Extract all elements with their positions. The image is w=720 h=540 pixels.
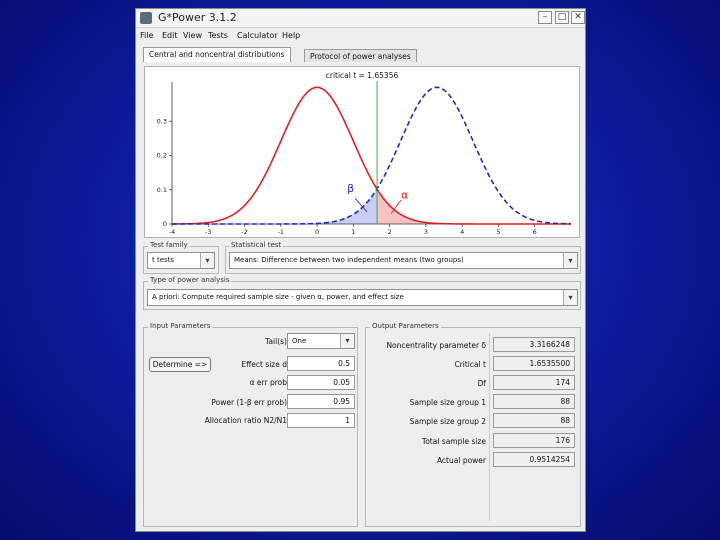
- total-sample-size-field: 176: [493, 433, 575, 448]
- tails-value: One: [292, 337, 307, 345]
- x-tick-label: 1: [351, 228, 355, 236]
- effect-size-field[interactable]: 0.5: [287, 356, 355, 371]
- x-tick-label: -4: [169, 228, 175, 236]
- chevron-down-icon: ▾: [563, 253, 577, 268]
- chevron-down-icon: ▾: [200, 253, 214, 268]
- noncentrality-label: Noncentrality parameter δ: [386, 341, 486, 350]
- menu-file[interactable]: File: [140, 31, 153, 40]
- alpha-label: α: [401, 189, 408, 202]
- x-tick-label: -2: [241, 228, 247, 236]
- test-family-select[interactable]: t tests ▾: [147, 252, 215, 269]
- menu-bar: File Edit View Tests Calculator Help: [136, 28, 585, 43]
- x-tick-label: 3: [424, 228, 428, 236]
- menu-tests[interactable]: Tests: [208, 31, 228, 40]
- power-analysis-select[interactable]: A priori: Compute required sample size -…: [147, 289, 578, 306]
- title-bar: G*Power 3.1.2 – □ ✕: [136, 9, 585, 28]
- menu-calculator[interactable]: Calculator: [237, 31, 278, 40]
- window-title: G*Power 3.1.2: [158, 11, 237, 24]
- allocation-ratio-field[interactable]: 1: [287, 413, 355, 428]
- x-tick-label: 6: [533, 228, 537, 236]
- distribution-chart: -4 -3 -2 -1 0 1 2 3 4 5 6 0 0.1 0.2 0.3 critical t = 1.…: [157, 71, 572, 236]
- statistical-test-select[interactable]: Means: Difference between two independen…: [229, 252, 578, 269]
- tab-distributions[interactable]: Central and noncentral distributions: [143, 47, 291, 62]
- df-label: Df: [477, 379, 486, 388]
- alpha-field[interactable]: 0.05: [287, 375, 355, 390]
- minimize-icon[interactable]: –: [538, 11, 552, 24]
- x-tick-label: 2: [388, 228, 392, 236]
- distribution-chart-panel: -4 -3 -2 -1 0 1 2 3 4 5 6 0 0.1 0.2 0.3 critical t = 1.…: [144, 66, 580, 238]
- chevron-down-icon: ▾: [563, 290, 577, 305]
- df-field: 174: [493, 375, 575, 390]
- critical-t-title: critical t = 1.65356: [326, 71, 399, 80]
- sample-size-group1-label: Sample size group 1: [409, 398, 486, 407]
- sample-size-group1-field: 88: [493, 394, 575, 409]
- tails-label: Tail(s): [265, 337, 287, 346]
- menu-help[interactable]: Help: [282, 31, 300, 40]
- y-tick-label: 0.1: [157, 186, 167, 194]
- statistical-test-value: Means: Difference between two independen…: [234, 256, 464, 264]
- app-icon: [140, 12, 152, 24]
- tab-protocol[interactable]: Protocol of power analyses: [304, 49, 417, 62]
- critical-t-field: 1.6535500: [493, 356, 575, 371]
- total-sample-size-label: Total sample size: [421, 437, 486, 446]
- maximize-icon[interactable]: □: [555, 11, 569, 24]
- menu-view[interactable]: View: [183, 31, 202, 40]
- close-icon[interactable]: ✕: [571, 11, 585, 24]
- y-tick-label: 0: [163, 220, 167, 228]
- determine-button[interactable]: Determine =>: [149, 357, 211, 372]
- y-tick-label: 0.2: [157, 152, 167, 160]
- y-tick-label: 0.3: [157, 117, 167, 125]
- chevron-down-icon: ▾: [340, 334, 354, 348]
- menu-edit[interactable]: Edit: [162, 31, 178, 40]
- actual-power-label: Actual power: [436, 456, 486, 465]
- effect-size-label: Effect size d: [241, 360, 287, 369]
- noncentrality-field: 3.3166248: [493, 337, 575, 352]
- statistical-test-label: Statistical test: [229, 241, 284, 249]
- output-divider: [489, 333, 490, 521]
- actual-power-field: 0.9514254: [493, 452, 575, 467]
- sample-size-group2-label: Sample size group 2: [409, 417, 486, 426]
- tails-select[interactable]: One ▾: [287, 333, 355, 349]
- sample-size-group2-field: 88: [493, 413, 575, 428]
- test-family-label: Test family: [148, 241, 190, 249]
- power-field[interactable]: 0.95: [287, 394, 355, 409]
- test-family-value: t tests: [152, 256, 175, 264]
- power-analysis-value: A priori: Compute required sample size -…: [152, 293, 404, 301]
- x-tick-label: 0: [315, 228, 319, 236]
- power-analysis-label: Type of power analysis: [148, 276, 232, 284]
- x-tick-label: -3: [205, 228, 211, 236]
- x-tick-label: 4: [460, 228, 464, 236]
- alpha-label: α err prob: [249, 378, 287, 387]
- input-parameters-label: Input Parameters: [148, 322, 213, 330]
- output-parameters-label: Output Parameters: [370, 322, 441, 330]
- beta-label: β: [347, 182, 354, 195]
- app-window: G*Power 3.1.2 – □ ✕ File Edit View Tests…: [135, 8, 586, 532]
- x-tick-label: -1: [278, 228, 284, 236]
- critical-t-label: Critical t: [454, 360, 486, 369]
- power-label: Power (1-β err prob): [211, 398, 287, 407]
- x-tick-label: 5: [496, 228, 500, 236]
- allocation-ratio-label: Allocation ratio N2/N1: [204, 416, 287, 425]
